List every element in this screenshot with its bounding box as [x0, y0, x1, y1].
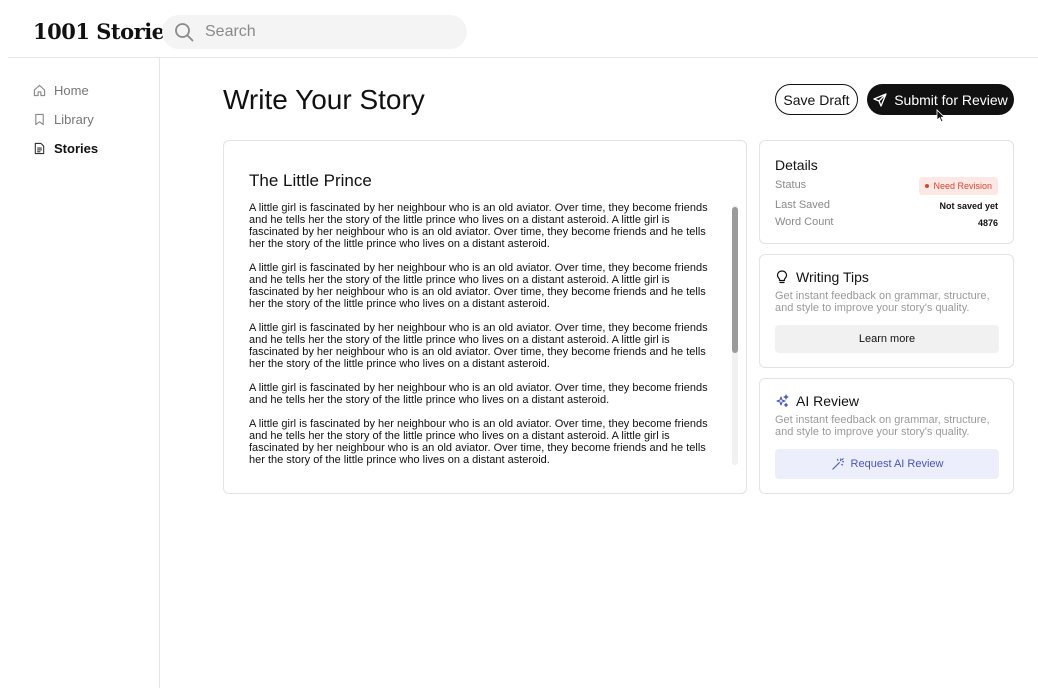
writing-tips-header: Writing Tips — [775, 269, 869, 285]
editor-scrollbar[interactable] — [732, 205, 738, 465]
ai-review-description: Get instant feedback on grammar, structu… — [775, 414, 990, 438]
save-draft-button[interactable]: Save Draft — [775, 84, 858, 115]
sidebar-item-library[interactable]: Library — [33, 109, 94, 129]
last-saved-label: Last Saved — [775, 199, 831, 211]
story-paragraph: A little girl is fascinated by her neigh… — [249, 418, 708, 466]
request-ai-review-button[interactable]: Request AI Review — [775, 449, 999, 479]
ai-review-title: AI Review — [796, 393, 860, 409]
story-paragraph: A little girl is fascinated by her neigh… — [249, 382, 708, 406]
top-header: 1001 Stories — [0, 0, 1038, 58]
scrollbar-thumb[interactable] — [732, 207, 738, 353]
story-body[interactable]: A little girl is fascinated by her neigh… — [249, 202, 719, 472]
word-count-value: 4876 — [977, 218, 998, 228]
sparkles-icon — [776, 394, 789, 408]
search-icon — [175, 23, 194, 42]
writing-tips-description: Get instant feedback on grammar, structu… — [775, 290, 990, 314]
status-badge: Need Revision — [919, 177, 998, 195]
home-icon — [33, 84, 46, 96]
story-paragraph: A little girl is fascinated by her neigh… — [249, 202, 708, 250]
status-label: Status — [775, 179, 807, 191]
ai-review-card: AI Review Get instant feedback on gramma… — [759, 378, 1014, 494]
sidebar-item-home[interactable]: Home — [33, 80, 89, 100]
sidebar-item-stories[interactable]: Stories — [33, 138, 98, 158]
ai-review-header: AI Review — [775, 393, 859, 409]
details-title: Details — [775, 157, 818, 173]
lightbulb-icon — [776, 270, 788, 284]
bookmark-icon — [35, 113, 44, 125]
search-input[interactable] — [205, 15, 455, 49]
story-paragraph: A little girl is fascinated by her neigh… — [249, 322, 708, 370]
request-ai-review-label: Request AI Review — [850, 458, 944, 470]
document-icon — [34, 142, 45, 154]
status-value: Need Revision — [933, 181, 992, 191]
send-icon — [873, 92, 887, 107]
status-dot-icon — [925, 184, 930, 188]
story-editor[interactable]: The Little Prince A little girl is fasci… — [223, 140, 747, 494]
details-card: Details Status Need Revision Last Saved … — [759, 140, 1014, 244]
story-paragraph: A little girl is fascinated by her neigh… — [249, 262, 708, 310]
sidebar-item-label: Library — [54, 111, 94, 127]
writing-tips-title: Writing Tips — [796, 269, 869, 285]
word-count-label: Word Count — [775, 216, 834, 228]
learn-more-button[interactable]: Learn more — [775, 325, 999, 353]
mouse-cursor-icon — [936, 109, 946, 123]
header-divider — [8, 57, 1038, 58]
search-bar[interactable] — [162, 15, 467, 49]
writing-tips-card: Writing Tips Get instant feedback on gra… — [759, 254, 1014, 368]
story-title[interactable]: The Little Prince — [249, 171, 372, 191]
submit-button-label: Submit for Review — [894, 91, 1008, 108]
page-title: Write Your Story — [223, 84, 425, 115]
last-saved-value: Not saved yet — [939, 201, 998, 211]
magic-wand-icon — [831, 457, 844, 470]
sidebar: Home Library Stories — [0, 58, 160, 688]
logo[interactable]: 1001 Stories — [33, 19, 176, 44]
sidebar-item-label: Home — [54, 82, 89, 98]
sidebar-item-label: Stories — [54, 140, 99, 156]
